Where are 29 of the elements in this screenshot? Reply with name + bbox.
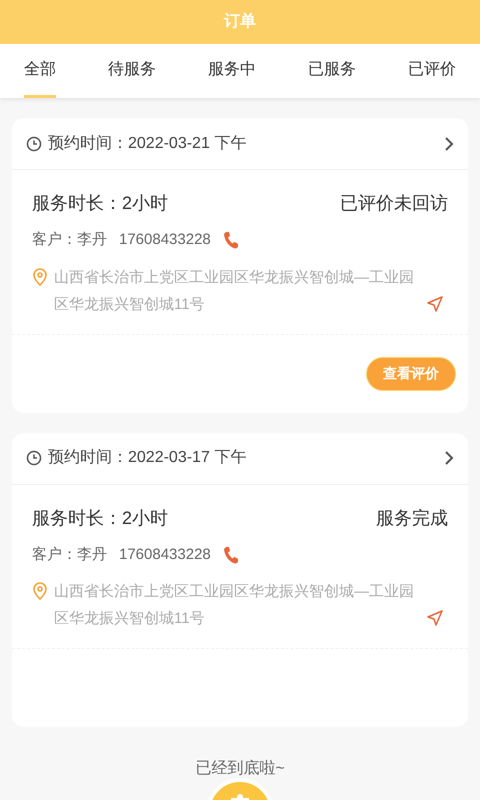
chevron-right-icon[interactable] xyxy=(444,450,454,466)
order-status: 服务完成 xyxy=(376,506,448,530)
navigation-icon[interactable] xyxy=(426,294,444,312)
clock-icon xyxy=(26,450,42,466)
tab[interactable]: 全部 xyxy=(24,44,56,98)
end-of-list-text: 已经到底啦~ xyxy=(195,758,285,779)
location-pin-icon xyxy=(32,582,48,600)
tab[interactable]: 已评价 xyxy=(408,44,456,98)
customer-name: 客户：李丹 xyxy=(32,230,107,250)
clock-icon xyxy=(26,136,42,152)
tab[interactable]: 待服务 xyxy=(108,44,156,98)
tab[interactable]: 已服务 xyxy=(308,44,356,98)
address-text: 山西省长治市上党区工业园区华龙振兴智创城—工业园区华龙振兴智创城11号 xyxy=(54,268,415,314)
chevron-right-icon[interactable] xyxy=(444,136,454,152)
service-duration: 服务时长：2小时 xyxy=(32,192,168,215)
phone-icon[interactable] xyxy=(222,231,239,250)
phone-number: 17608433228 xyxy=(119,230,211,250)
order-status: 已评价未回访 xyxy=(340,192,448,215)
tab[interactable]: 服务中 xyxy=(208,44,256,98)
address-text: 山西省长治市上党区工业园区华龙振兴智创城—工业园区华龙振兴智创城11号 xyxy=(54,582,415,629)
page-title: 订单 xyxy=(224,12,256,32)
location-pin-icon xyxy=(32,268,48,286)
appointment-time: 预约时间：2022-03-17 下午 xyxy=(48,448,246,468)
appointment-time: 预约时间：2022-03-21 下午 xyxy=(48,134,246,154)
service-duration: 服务时长：2小时 xyxy=(32,506,168,530)
phone-icon[interactable] xyxy=(222,546,239,564)
customer-name: 客户：李丹 xyxy=(32,544,107,564)
phone-number: 17608433228 xyxy=(119,544,211,564)
navigation-icon[interactable] xyxy=(426,609,444,627)
